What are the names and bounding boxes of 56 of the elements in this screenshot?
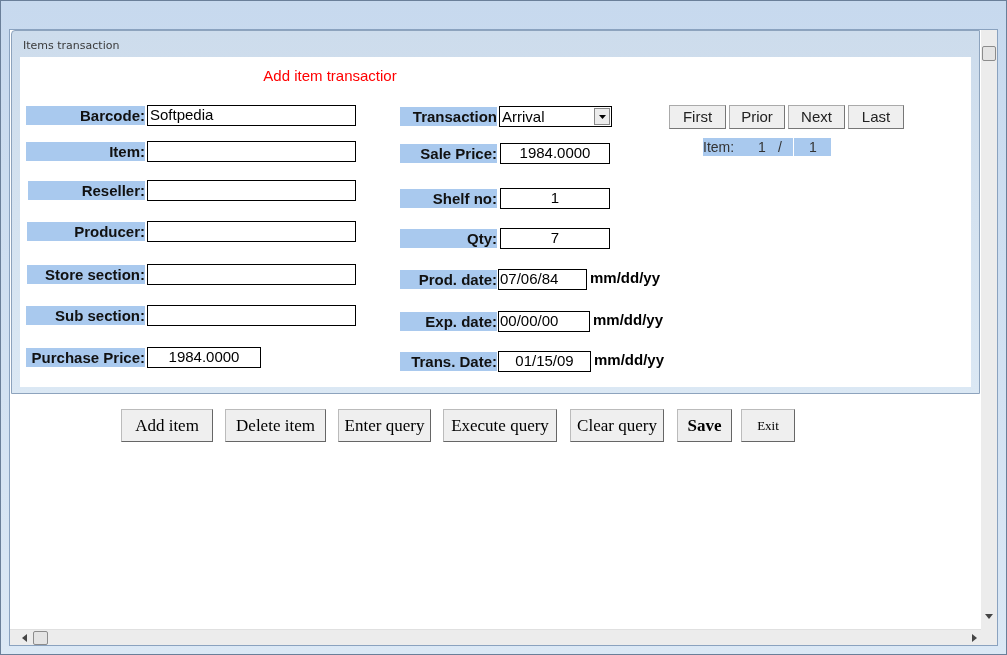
- action-button[interactable]: Exit: [741, 409, 795, 442]
- scrollbar-thumb[interactable]: [982, 46, 996, 61]
- date-field[interactable]: 00/00/00: [498, 311, 590, 332]
- field-label: Prod. date:: [400, 270, 497, 289]
- nav-button[interactable]: Next: [788, 105, 845, 129]
- input-field[interactable]: [147, 180, 356, 201]
- field-label: Reseller:: [28, 181, 145, 200]
- field-label: Purchase Price:: [26, 348, 145, 367]
- action-button[interactable]: Clear query: [570, 409, 664, 442]
- scroll-down-arrow-icon[interactable]: [985, 614, 993, 619]
- date-field[interactable]: 01/15/09: [498, 351, 591, 372]
- form-heading: Add item transactior: [263, 67, 397, 85]
- date-format-hint: mm/dd/yy: [590, 267, 661, 288]
- scrollbar-thumb[interactable]: [33, 630, 48, 645]
- dropdown-arrow-icon: [598, 114, 606, 119]
- date-format-hint: mm/dd/yy: [593, 309, 664, 330]
- field-label: Store section:: [27, 265, 145, 284]
- field-label: Barcode:: [26, 106, 145, 125]
- input-field[interactable]: 1984.0000: [500, 143, 610, 164]
- nav-button[interactable]: First: [669, 105, 726, 129]
- vertical-scrollbar[interactable]: [981, 30, 997, 645]
- scroll-right-arrow-icon[interactable]: [972, 633, 977, 642]
- counter-separator: /: [778, 137, 782, 157]
- field-label: Item:: [26, 142, 145, 161]
- field-label: Sale Price:: [400, 144, 497, 163]
- input-field[interactable]: Softpedia: [147, 105, 356, 126]
- field-label: Transaction: [400, 107, 497, 126]
- input-field[interactable]: [147, 141, 356, 162]
- date-field[interactable]: 07/06/84: [498, 269, 587, 290]
- input-field[interactable]: 7: [500, 228, 610, 249]
- action-button[interactable]: Add item: [121, 409, 213, 442]
- nav-button[interactable]: Last: [848, 105, 904, 129]
- action-button[interactable]: Delete item: [225, 409, 326, 442]
- input-field[interactable]: 1: [500, 188, 610, 209]
- field-label: Producer:: [27, 222, 145, 241]
- input-field[interactable]: [147, 221, 356, 242]
- dropdown[interactable]: Arrival: [499, 106, 612, 127]
- field-label: Sub section:: [26, 306, 145, 325]
- horizontal-scrollbar[interactable]: [10, 629, 981, 645]
- action-button[interactable]: Execute query: [443, 409, 557, 442]
- field-label: Exp. date:: [400, 312, 497, 331]
- date-format-hint: mm/dd/yy: [594, 349, 665, 370]
- field-label: Trans. Date:: [400, 352, 497, 371]
- input-field[interactable]: [147, 264, 356, 285]
- field-label: Qty:: [400, 229, 497, 248]
- input-field[interactable]: 1984.0000: [147, 347, 261, 368]
- counter-current: 1: [758, 137, 767, 157]
- action-button[interactable]: Enter query: [338, 409, 431, 442]
- counter-total: 1: [794, 138, 831, 156]
- nav-button[interactable]: Prior: [729, 105, 785, 129]
- scroll-left-arrow-icon[interactable]: [22, 633, 27, 642]
- panel-title: Items transaction: [22, 38, 120, 54]
- input-field[interactable]: [147, 305, 356, 326]
- field-label: Shelf no:: [400, 189, 497, 208]
- action-button[interactable]: Save: [677, 409, 732, 442]
- counter-label: Item:: [703, 137, 736, 157]
